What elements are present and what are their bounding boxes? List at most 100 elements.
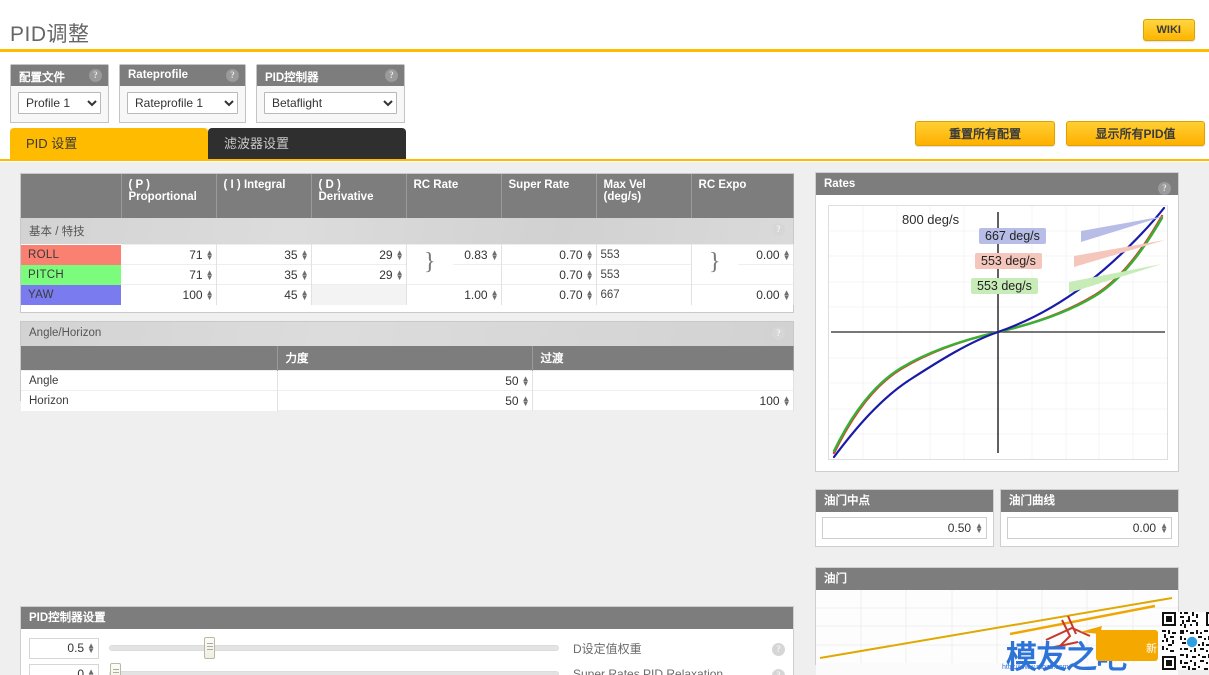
brace-icon: } [423, 248, 436, 275]
help-icon[interactable]: ? [772, 665, 785, 675]
rateprofile-select-header: Rateprofile ? [120, 65, 245, 86]
spinner-icon[interactable]: ▲▼ [396, 268, 404, 281]
value-roll-superrate: 0.70 [559, 247, 583, 262]
th-super-rate: Super Rate [501, 174, 597, 218]
help-icon[interactable]: ? [226, 69, 239, 82]
throttle-mid-field[interactable]: 0.50 ▲ ▼ [822, 517, 987, 539]
spinner-icon[interactable]: ▲▼ [975, 522, 983, 535]
spinner-icon[interactable]: ▲▼ [783, 248, 791, 261]
cell-roll-d[interactable]: 29 ▲ ▼ [311, 244, 407, 265]
profile-select-box: 配置文件 ? Profile 1 [10, 64, 109, 123]
spinner-icon[interactable]: ▲▼ [586, 288, 594, 301]
value-pitch-maxvel: 553 [600, 268, 620, 281]
cell-roll-rcrate[interactable]: 0.83 ▲ ▼ [453, 244, 502, 265]
value-roll-d: 29 [379, 247, 393, 262]
pid-controller-settings-panel: PID控制器设置 0.5 ▲ ▼ D设定值权重 ? 0 ▲ Super Rate… [20, 606, 794, 675]
pidcontroller-select-box: PID控制器 ? Betaflight [256, 64, 405, 123]
superrates-relaxation-value-field[interactable]: 0 ▲▼ [29, 663, 99, 675]
pidcontroller-select[interactable]: Betaflight [264, 92, 397, 114]
cell-pitch-p[interactable]: 71 ▲ ▼ [121, 264, 217, 285]
value-horizon-strength: 50 [505, 393, 519, 408]
value-throttle-mid: 0.50 [947, 521, 972, 535]
pid-section-row: 基本 / 特技 ? [21, 218, 794, 245]
pid-section-cell: 基本 / 特技 ? [21, 218, 794, 245]
spinner-icon[interactable]: ▲▼ [586, 248, 594, 261]
rateprofile-select-box: Rateprofile ? Rateprofile 1 [119, 64, 246, 123]
dsetpoint-slider-handle[interactable] [204, 637, 216, 659]
cell-yaw-p[interactable]: 100 ▲ ▼ [121, 284, 217, 305]
th-max-vel: Max Vel (deg/s) [596, 174, 692, 218]
cell-yaw-rcrate[interactable]: 1.00 ▲ ▼ [406, 284, 502, 305]
spinner-icon[interactable]: ▲▼ [783, 288, 791, 301]
spinner-icon[interactable]: ▲▼ [206, 268, 214, 281]
th-integral: ( I ) Integral [216, 174, 312, 218]
cell-angle-strength[interactable]: 50 ▲ ▼ [277, 370, 533, 391]
tab-pid-settings[interactable]: PID 设置 [10, 128, 208, 160]
spinner-icon[interactable]: ▲▼ [586, 268, 594, 281]
dsetpoint-slider[interactable] [109, 637, 559, 659]
pid-controller-settings-title: PID控制器设置 [29, 612, 106, 624]
rateprofile-select[interactable]: Rateprofile 1 [127, 92, 238, 114]
help-icon[interactable]: ? [89, 69, 102, 82]
value-pitch-d: 29 [379, 267, 393, 282]
help-icon[interactable]: ? [772, 223, 786, 236]
dsetpoint-value-field[interactable]: 0.5 ▲ ▼ [29, 637, 99, 659]
wiki-button[interactable]: WIKI [1142, 19, 1195, 41]
spinner-icon[interactable]: ▲▼ [491, 248, 499, 261]
spinner-icon[interactable]: ▲▼ [87, 642, 95, 655]
spinner-icon[interactable]: ▲▼ [301, 268, 309, 281]
cell-yaw-superrate[interactable]: 0.70 ▲ ▼ [501, 284, 597, 305]
th-d-line2: Derivative [318, 191, 374, 203]
value-pitch-i: 35 [284, 267, 298, 282]
cell-roll-i[interactable]: 35 ▲ ▼ [216, 244, 312, 265]
pid-table: ( P ) Proportional ( I ) Integral ( D ) … [21, 174, 794, 305]
superrates-relaxation-slider[interactable] [109, 663, 559, 675]
spinner-icon[interactable]: ▲▼ [491, 288, 499, 301]
spinner-icon[interactable]: ▲▼ [522, 394, 530, 407]
brace-icon: } [709, 248, 721, 275]
table-row: Horizon 50 ▲ ▼ 100 ▲ ▼ [21, 390, 794, 411]
value-pitch-superrate: 0.70 [559, 267, 583, 282]
throttle-expo-field[interactable]: 0.00 ▲ ▼ [1007, 517, 1172, 539]
cell-pitch-i[interactable]: 35 ▲ ▼ [216, 264, 312, 285]
spinner-icon[interactable]: ▲▼ [396, 248, 404, 261]
spinner-icon[interactable]: ▲▼ [87, 668, 95, 675]
angle-horizon-panel: Angle/Horizon ? 力度 过渡 Angle 50 ▲ ▼ Horiz… [20, 321, 794, 411]
th-derivative: ( D ) Derivative [311, 174, 407, 218]
slider-row-dsetpoint: 0.5 ▲ ▼ D设定值权重 ? [25, 635, 785, 661]
help-icon[interactable]: ? [1158, 177, 1171, 199]
cell-pitch-superrate[interactable]: 0.70 ▲ ▼ [501, 264, 597, 285]
cell-horizon-transition[interactable]: 100 ▲ ▼ [532, 390, 794, 411]
help-icon[interactable]: ? [772, 327, 785, 340]
spinner-icon[interactable]: ▲▼ [301, 248, 309, 261]
cell-roll-p[interactable]: 71 ▲ ▼ [121, 244, 217, 265]
value-superrates-relaxation: 0 [77, 667, 85, 675]
superrates-relaxation-slider-handle[interactable] [110, 663, 121, 675]
rc-rate-link-brace: } [406, 244, 453, 285]
angle-horizon-table: 力度 过渡 Angle 50 ▲ ▼ Horizon 50 ▲ ▼ 100 ▲ … [21, 346, 794, 411]
spinner-icon[interactable]: ▲▼ [783, 394, 791, 407]
help-icon[interactable]: ? [772, 639, 785, 657]
spinner-icon[interactable]: ▲▼ [522, 374, 530, 387]
cell-roll-rcexpo[interactable]: 0.00 ▲ ▼ [738, 244, 794, 265]
th-blank [21, 346, 278, 371]
spinner-icon[interactable]: ▲▼ [206, 288, 214, 301]
spinner-icon[interactable]: ▲▼ [206, 248, 214, 261]
value-yaw-rcrate: 1.00 [464, 287, 488, 302]
tab-strip: PID 设置 滤波器设置 [0, 128, 1209, 160]
axis-label-yaw: YAW [21, 284, 121, 305]
value-dsetpoint: 0.5 [67, 641, 85, 655]
throttle-settings-row: 油门中点 0.50 ▲ ▼ 油门曲线 0.00 ▲ ▼ [815, 489, 1179, 547]
cell-yaw-rcexpo[interactable]: 0.00 ▲ ▼ [691, 284, 794, 305]
rc-expo-link-brace: } [691, 244, 739, 285]
cell-horizon-strength[interactable]: 50 ▲ ▼ [277, 390, 533, 411]
cell-pitch-d[interactable]: 29 ▲ ▼ [311, 264, 407, 285]
spinner-icon[interactable]: ▲▼ [1160, 522, 1168, 535]
profile-select[interactable]: Profile 1 [18, 92, 101, 114]
tab-filter-settings[interactable]: 滤波器设置 [208, 128, 406, 160]
cell-roll-superrate[interactable]: 0.70 ▲ ▼ [501, 244, 597, 265]
cell-yaw-i[interactable]: 45 ▲ ▼ [216, 284, 312, 305]
rates-chart-panel: Rates ? 800 deg/s 667 deg/s 553 deg/s 55… [815, 172, 1179, 472]
help-icon[interactable]: ? [385, 69, 398, 82]
spinner-icon[interactable]: ▲▼ [301, 288, 309, 301]
